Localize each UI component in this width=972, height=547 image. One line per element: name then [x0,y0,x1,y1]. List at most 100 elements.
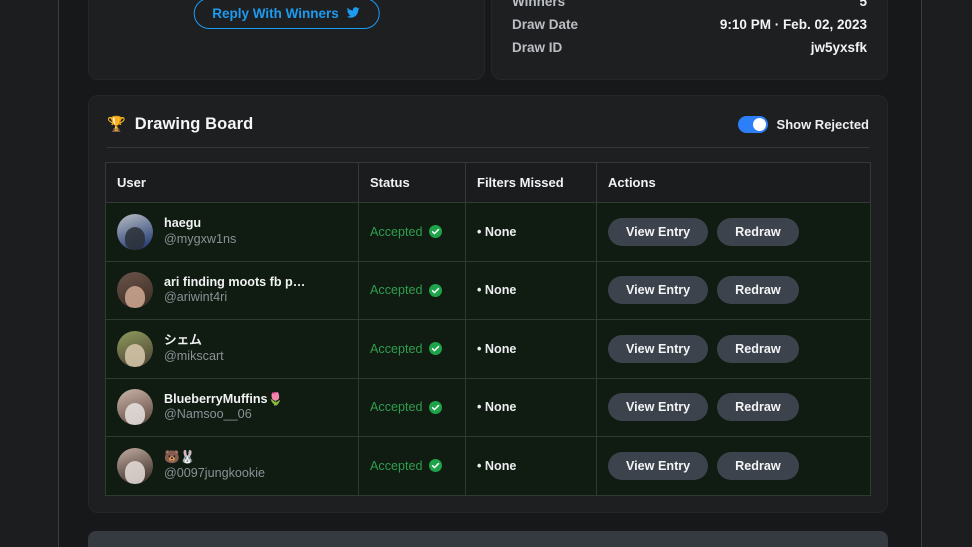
status-badge: Accepted [370,283,442,297]
draw-details-list: Winners 5 Draw Date 9:10 PM · Feb. 02, 2… [512,0,867,59]
user-meta: 🐻🐰 @0097jungkookie [164,450,265,481]
status-badge: Accepted [370,400,442,414]
row-actions: View Entry Redraw [608,217,859,246]
cell-actions: View Entry Redraw [596,377,871,437]
cell-status: Accepted [358,202,466,262]
row-actions: View Entry Redraw [608,451,859,480]
user-meta: ari finding moots fb p… @ariwint4ri [164,275,305,306]
right-rail-divider [921,0,922,547]
user-cell-0: haegu @mygxw1ns [117,213,347,250]
user-meta: haegu @mygxw1ns [164,216,236,247]
filters-missed-value: • None [477,283,517,298]
draw-id-label: Draw ID [512,40,563,55]
redraw-button[interactable]: Redraw [717,217,799,246]
table-header-row: User Status Filters Missed Actions [105,162,871,203]
avatar [117,447,153,484]
user-handle: @0097jungkookie [164,465,266,480]
view-entry-button[interactable]: View Entry [608,393,709,422]
filters-missed-value: • None [477,341,517,356]
cell-user: シェム @mikscart [105,319,359,379]
avatar [117,272,153,309]
user-display-name: ari finding moots fb p… [164,274,306,289]
drawing-board-title-group: 🏆 Drawing Board [107,115,253,134]
row-actions: View Entry Redraw [608,393,859,422]
view-entry-button[interactable]: View Entry [608,451,709,480]
user-cell-1: ari finding moots fb p… @ariwint4ri [117,272,347,309]
user-cell-3: BlueberryMuffins🌷 @Namsoo__06 [117,389,347,426]
status-badge: Accepted [370,225,442,239]
cell-filters-missed: • None [465,319,597,379]
user-cell-2: シェム @mikscart [117,330,347,367]
winners-label: Winners [512,0,566,9]
cell-actions: View Entry Redraw [596,319,871,379]
redraw-button[interactable]: Redraw [717,334,799,363]
view-entry-button[interactable]: View Entry [608,217,709,246]
user-display-name: BlueberryMuffins🌷 [164,391,284,406]
status-label: Accepted [370,458,423,473]
cell-status: Accepted [358,260,466,320]
table-row: 🐻🐰 @0097jungkookie Accepted • None View Entr… [105,436,871,496]
status-label: Accepted [370,341,423,356]
draw-detail-draw-date: Draw Date 9:10 PM · Feb. 02, 2023 [512,13,867,36]
show-rejected-toggle[interactable]: Show Rejected [737,116,869,133]
bottom-status-bar[interactable]: ● [88,531,888,547]
status-label: Accepted [370,400,423,415]
drawing-board-card: 🏆 Drawing Board Show Rejected User Statu… [88,95,888,513]
user-display-name: 🐻🐰 [164,450,196,465]
row-actions: View Entry Redraw [608,334,859,363]
cell-status: Accepted [358,377,466,437]
draw-date-label: Draw Date [512,17,579,32]
cell-filters-missed: • None [465,202,597,262]
reply-with-winners-button[interactable]: Reply With Winners [193,0,380,29]
redraw-button[interactable]: Redraw [717,276,799,305]
trophy-icon: 🏆 [107,116,126,133]
check-circle-icon [428,400,442,414]
header-divider [107,147,869,148]
view-entry-button[interactable]: View Entry [608,276,709,305]
status-badge: Accepted [370,342,442,356]
entries-table-body: haegu @mygxw1ns Accepted • None View Entry Re… [105,202,871,496]
filters-missed-value: • None [477,224,517,239]
user-display-name: シェム [164,333,202,348]
entries-table: User Status Filters Missed Actions haegu… [105,162,871,496]
toggle-switch-track[interactable] [737,116,768,133]
drawing-board-header: 🏆 Drawing Board Show Rejected [105,112,871,134]
winners-value: 5 [859,0,867,9]
redraw-button[interactable]: Redraw [717,451,799,480]
entries-table-head: User Status Filters Missed Actions [105,162,871,203]
avatar [117,213,153,250]
filters-missed-value: • None [477,458,517,473]
app-page: Reply With Winners Winners 5 Draw Date 9… [0,0,972,547]
reply-button-label: Reply With Winners [212,6,339,21]
view-entry-button[interactable]: View Entry [608,334,709,363]
user-handle: @ariwint4ri [164,290,228,305]
show-rejected-label: Show Rejected [776,117,869,132]
cell-actions: View Entry Redraw [596,202,871,262]
table-row: ari finding moots fb p… @ariwint4ri Accept… [105,260,871,320]
status-label: Accepted [370,283,423,298]
user-handle: @mygxw1ns [164,231,237,246]
check-circle-icon [428,342,442,356]
column-header-actions: Actions [596,162,871,203]
cell-filters-missed: • None [465,377,597,437]
right-gutter [922,0,972,547]
column-header-filters: Filters Missed [465,162,597,203]
table-row: haegu @mygxw1ns Accepted • None View Entry Re… [105,202,871,262]
table-row: BlueberryMuffins🌷 @Namsoo__06 Accepted • No… [105,377,871,437]
left-rail-divider [58,0,59,547]
cell-user: 🐻🐰 @0097jungkookie [105,436,359,496]
user-handle: @mikscart [164,348,224,363]
left-gutter [0,0,58,547]
column-header-user: User [105,162,359,203]
reply-card: Reply With Winners [88,0,485,80]
cell-filters-missed: • None [465,436,597,496]
column-header-status: Status [358,162,466,203]
cell-user: ari finding moots fb p… @ariwint4ri [105,260,359,320]
cell-actions: View Entry Redraw [596,260,871,320]
toggle-switch-knob [752,118,766,131]
redraw-button[interactable]: Redraw [717,393,799,422]
table-row: シェム @mikscart Accepted • None View Entry Redr… [105,319,871,379]
user-cell-4: 🐻🐰 @0097jungkookie [117,447,347,484]
row-actions: View Entry Redraw [608,276,859,305]
check-circle-icon [428,459,442,473]
